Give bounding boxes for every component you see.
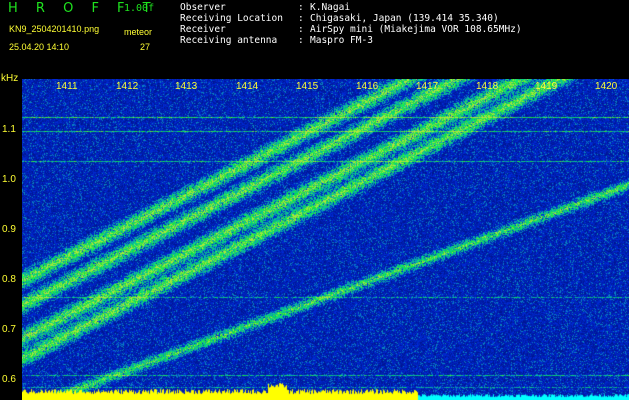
y-tick-label: 1.0 — [2, 174, 16, 185]
hrofft-window: H R O F F T 1.00f KN9_2504201410.png met… — [0, 0, 629, 400]
y-tick-label: 0.6 — [2, 374, 16, 385]
station-info: Observer: K.Nagai Receiving Location: Chig… — [180, 2, 522, 46]
capture-datetime: 25.04.20 14:10 — [9, 42, 70, 52]
x-tick-label: 1415 — [296, 81, 319, 92]
y-tick-label: 0.7 — [2, 324, 16, 335]
x-tick-label: 1419 — [535, 81, 558, 92]
info-row-location: Receiving Location: Chigasaki, Japan (139… — [180, 13, 499, 24]
x-tick-label: 1413 — [175, 81, 198, 92]
x-tick-label: 1420 — [595, 81, 618, 92]
image-filename: KN9_2504201410.png — [9, 24, 100, 34]
x-tick-label: 1414 — [236, 81, 259, 92]
y-tick-label: 1.1 — [2, 124, 16, 135]
x-tick-label: 1412 — [116, 81, 139, 92]
info-row-antenna: Receiving antenna: Maspro FM-3 — [180, 35, 373, 46]
y-axis-unit: kHz — [1, 73, 19, 84]
x-tick-label: 1418 — [476, 81, 499, 92]
info-row-observer: Observer: K.Nagai — [180, 2, 351, 13]
meteor-label: meteor — [124, 27, 153, 37]
x-tick-label: 1417 — [416, 81, 439, 92]
meteor-count: 27 — [140, 42, 151, 52]
app-version: 1.00f — [124, 3, 155, 14]
x-tick-label: 1411 — [56, 81, 78, 92]
info-row-receiver: Receiver: AirSpy mini (Miakejima VOR 108.… — [180, 24, 522, 35]
y-tick-label: 0.8 — [2, 274, 16, 285]
x-tick-label: 1416 — [356, 81, 379, 92]
y-tick-label: 0.9 — [2, 224, 16, 235]
spectrogram-canvas — [22, 79, 629, 400]
